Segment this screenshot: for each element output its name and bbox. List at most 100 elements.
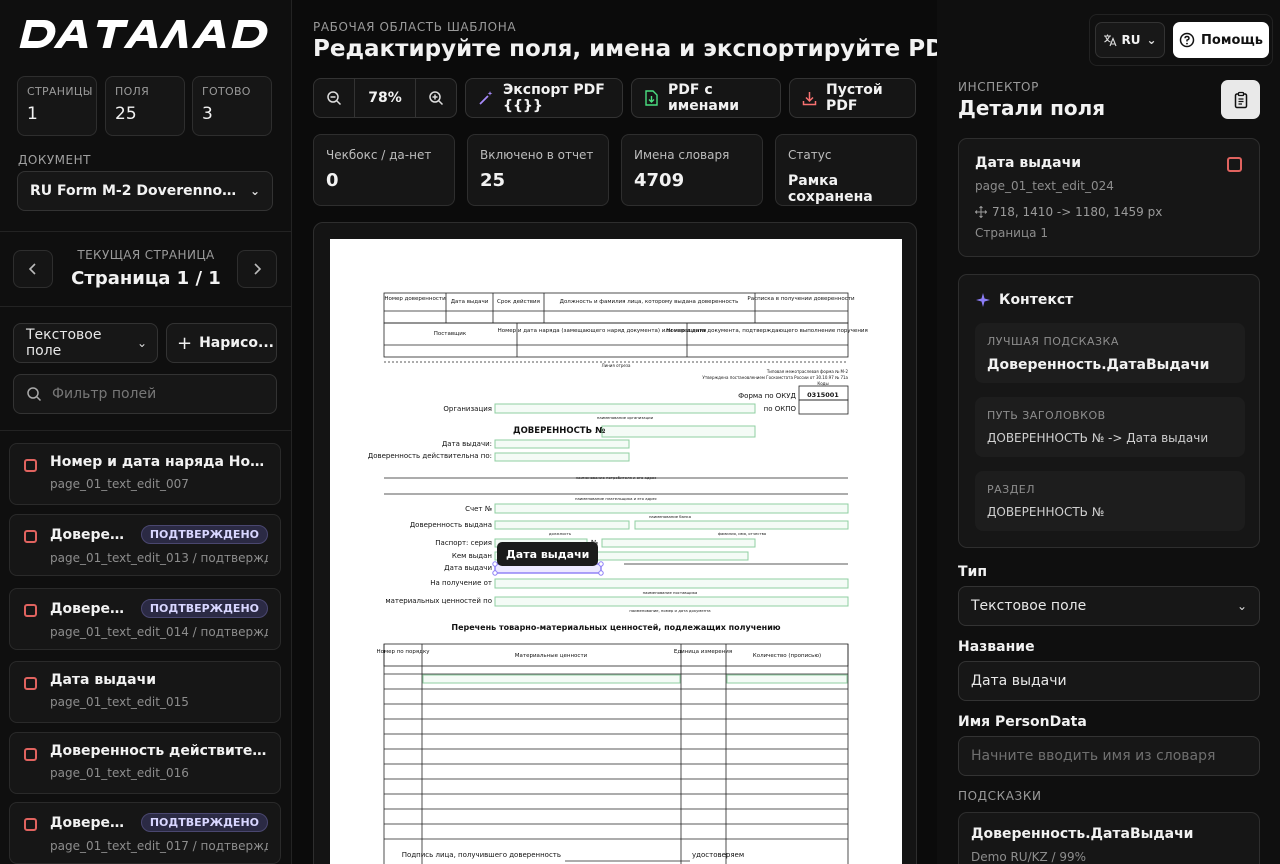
field-type-value: Текстовое поле [26, 327, 102, 359]
summary-value: 4709 [634, 170, 685, 191]
field-list-item[interactable]: Доверенност... ПОДТВЕРЖДЕНО page_01_text_… [9, 514, 281, 576]
field-list-item[interactable]: Номер и дата наряда Номер и... page_01_t… [9, 443, 281, 505]
field-checkbox[interactable] [24, 818, 37, 831]
field-checkbox[interactable] [24, 530, 37, 543]
field-checkbox[interactable] [24, 677, 37, 690]
current-page: ТЕКУЩАЯ СТРАНИЦА Страница 1 / 1 [60, 248, 232, 289]
field-checkbox[interactable] [24, 748, 37, 761]
search-icon [27, 387, 42, 402]
field-id: page_01_text_edit_017 / подтверждено [50, 839, 268, 853]
field-filter[interactable] [13, 374, 277, 414]
chevron-down-icon: ⌄ [249, 184, 260, 198]
field-list-item[interactable]: Дата выдачи page_01_text_edit_015 [9, 661, 281, 723]
best-hint-value: Доверенность.ДатаВыдачи [987, 357, 1210, 373]
persondata-input[interactable] [971, 748, 1247, 764]
field-hint: наименование плательщика и его адрес [575, 496, 657, 501]
field-detail-coords: 718, 1410 -> 1180, 1459 px [975, 205, 1243, 219]
type-select[interactable]: Текстовое поле ⌄ [958, 586, 1260, 626]
form-col-head: Номер доверенности [384, 296, 446, 302]
next-page-button[interactable] [237, 250, 277, 288]
zoom-in-icon [429, 91, 444, 106]
zoom-out-icon [327, 91, 342, 106]
form-col-head: Дата выдачи [451, 299, 489, 305]
field-detail-card: Дата выдачи page_01_text_edit_024 718, 1… [958, 138, 1260, 257]
confirmed-badge: ПОДТВЕРЖДЕНО [140, 525, 268, 544]
field-tooltip: Дата выдачи [497, 542, 599, 566]
summary-value: 25 [480, 170, 506, 191]
zoom-out-button[interactable] [314, 79, 354, 117]
best-hint-label: ЛУЧШАЯ ПОДСКАЗКА [987, 335, 1119, 348]
summary-label: Включено в отчет [480, 148, 594, 162]
empty-pdf-label: Пустой PDF [826, 82, 883, 114]
hints-label: ПОДСКАЗКИ [958, 789, 1042, 803]
field-hint: фамилия, имя, отчество [718, 531, 767, 536]
field-list-item[interactable]: Доверенност... ПОДТВЕРЖДЕНО page_01_text_… [9, 802, 281, 864]
export-pdf-button[interactable]: Экспорт PDF {{}} [465, 78, 623, 118]
pdf-page[interactable]: Номер доверенности Дата выдачи Срок дейс… [330, 239, 902, 864]
help-button[interactable]: Помощь [1173, 22, 1269, 58]
form-title: ДОВЕРЕННОСТЬ № [513, 426, 605, 436]
language-button[interactable]: RU ⌄ [1095, 22, 1165, 58]
context-card: Контекст ЛУЧШАЯ ПОДСКАЗКА Доверенность.Д… [958, 274, 1260, 548]
help-icon [1179, 32, 1195, 48]
stat-pages: СТРАНИЦЫ 1 [17, 76, 97, 136]
type-select-value: Текстовое поле [971, 598, 1087, 614]
okud-code: 0315001 [807, 391, 839, 399]
best-hint: ЛУЧШАЯ ПОДСКАЗКА Доверенность.ДатаВыдачи [975, 323, 1245, 383]
summary-value: 0 [326, 170, 339, 191]
stat-fields: ПОЛЯ 25 [105, 76, 185, 136]
chevron-right-icon [254, 263, 262, 275]
empty-pdf-button[interactable]: Пустой PDF [789, 78, 916, 118]
form-label: Доверенность выдана [410, 521, 492, 529]
section-label: РАЗДЕЛ [987, 483, 1036, 496]
field-list-item[interactable]: Доверенност... ПОДТВЕРЖДЕНО page_01_text_… [9, 588, 281, 650]
left-sidebar: СТРАНИЦЫ 1 ПОЛЯ 25 ГОТОВО 3 ДОКУМЕНТ RU … [0, 0, 292, 864]
field-type-select[interactable]: Текстовое поле ⌄ [13, 323, 158, 363]
draw-field-button[interactable]: + Нарисо... [166, 323, 277, 363]
zoom-in-button[interactable] [416, 79, 456, 117]
zoom-control: 78% [313, 78, 457, 118]
field-hint: наименование, номер и дата документа [629, 608, 710, 613]
field-list-item[interactable]: Доверенность действительна... page_01_te… [9, 732, 281, 794]
sparkle-icon [976, 293, 990, 307]
summary-dictionary: Имена словаря 4709 [621, 134, 763, 206]
field-name: Доверенност... [50, 814, 133, 831]
name-label: Название [958, 639, 1035, 655]
translate-icon [1104, 34, 1117, 47]
field-checkbox[interactable] [24, 459, 37, 472]
field-name: Доверенность действительна... [50, 743, 268, 759]
field-filter-input[interactable] [52, 386, 264, 402]
persondata-field[interactable] [958, 736, 1260, 776]
chevron-down-icon: ⌄ [1146, 33, 1157, 47]
pdf-names-button[interactable]: PDF с именами [631, 78, 781, 118]
field-checkbox[interactable] [24, 604, 37, 617]
name-input[interactable]: Дата выдачи [958, 661, 1260, 701]
pdf-viewer[interactable]: Номер доверенности Дата выдачи Срок дейс… [313, 222, 917, 864]
suggestion-item[interactable]: Доверенность.ДатаВыдачи Demo RU/KZ / 99% [958, 812, 1260, 864]
cut-line-label: Линия отреза [602, 363, 631, 368]
inspector-eyebrow: ИНСПЕКТОР [958, 80, 1039, 94]
stat-value: 25 [115, 104, 137, 124]
heading-path-value: ДОВЕРЕННОСТЬ № -> Дата выдачи [987, 431, 1209, 445]
type-label: Тип [958, 564, 988, 580]
form-label: На получение от [430, 579, 492, 587]
document-select[interactable]: RU Form M-2 Doverennost Na P... ⌄ [17, 171, 273, 211]
form-label: Счет № [465, 505, 492, 513]
stat-value: 1 [27, 104, 38, 124]
field-id: page_01_text_edit_013 / подтверждено [50, 551, 268, 565]
export-pdf-label: Экспорт PDF {{}} [503, 82, 605, 114]
chevron-left-icon [28, 263, 36, 275]
field-detail-checkbox[interactable] [1227, 157, 1242, 172]
confirmed-badge: ПОДТВЕРЖДЕНО [140, 813, 268, 832]
persondata-label: Имя PersonData [958, 714, 1087, 730]
summary-value: Рамка сохранена [788, 173, 873, 205]
language-label: RU [1121, 33, 1141, 47]
form-label: материальных ценностей по [385, 597, 492, 605]
prev-page-button[interactable] [13, 250, 53, 288]
app-logo [19, 20, 268, 48]
clipboard-button[interactable] [1221, 80, 1260, 119]
field-id: page_01_text_edit_015 [50, 695, 189, 709]
summary-checkbox: Чекбокс / да-нет 0 [313, 134, 455, 206]
form-label: Дата выдачи: [442, 440, 492, 448]
form-label: Кем выдан [452, 552, 492, 560]
